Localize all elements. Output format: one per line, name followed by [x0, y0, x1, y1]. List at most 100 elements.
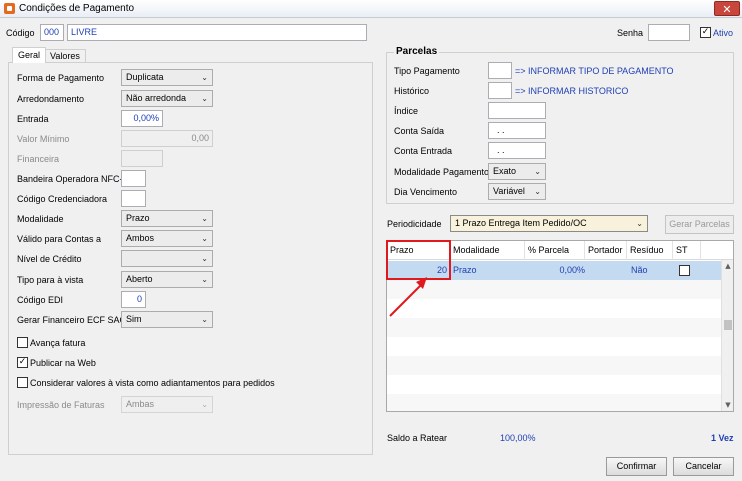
cell-modalidade[interactable]: Prazo [453, 261, 477, 280]
nivel-credito-label: Nível de Crédito [17, 254, 82, 264]
considerar-valores-label: Considerar valores à vista como adiantam… [30, 378, 275, 388]
credenciadora-input[interactable] [121, 190, 146, 207]
indice-input[interactable] [488, 102, 546, 119]
arredondamento-select[interactable]: Não arredonda ⌄ [121, 90, 213, 107]
impressao-faturas-select: Ambas ⌄ [121, 396, 213, 413]
chevron-down-icon: ⌄ [201, 94, 208, 103]
tipo-pagamento-input[interactable] [488, 62, 512, 79]
descricao-input[interactable]: LIVRE [67, 24, 367, 41]
empty-row [387, 337, 721, 356]
empty-row [387, 375, 721, 394]
periodicidade-select[interactable]: 1 Prazo Entrega Item Pedido/OC ⌄ [450, 215, 648, 232]
chevron-down-icon: ⌄ [201, 400, 208, 409]
dia-vencimento-label: Dia Vencimento [394, 187, 458, 197]
scroll-thumb[interactable] [724, 320, 732, 330]
chevron-down-icon: ⌄ [201, 214, 208, 223]
grid-scrollbar[interactable]: ▲ ▼ [721, 260, 733, 411]
tipo-pagamento-label: Tipo Pagamento [394, 66, 460, 76]
valido-contas-select[interactable]: Ambos ⌄ [121, 230, 213, 247]
dia-vencimento-value: Variável [493, 186, 525, 196]
senha-input[interactable] [648, 24, 690, 41]
title-bar: Condições de Pagamento ✕ [0, 0, 742, 18]
saldo-value: 100,00% [500, 433, 536, 443]
conta-saida-label: Conta Saída [394, 126, 445, 136]
conta-saida-input[interactable]: . . [488, 122, 546, 139]
tipo-pagamento-hint: => INFORMAR TIPO DE PAGAMENTO [515, 66, 674, 76]
chevron-down-icon: ⌄ [201, 315, 208, 324]
bandeira-input[interactable] [121, 170, 146, 187]
forma-pagamento-select[interactable]: Duplicata ⌄ [121, 69, 213, 86]
empty-row [387, 356, 721, 375]
valido-contas-value: Ambos [126, 233, 155, 243]
modalidade-select[interactable]: Prazo ⌄ [121, 210, 213, 227]
publicar-web-checkbox[interactable]: ✓ [17, 357, 28, 368]
nivel-credito-select[interactable]: ⌄ [121, 250, 213, 267]
col-portador[interactable]: Portador [585, 241, 627, 260]
vezes-value: 1 Vez [711, 433, 734, 443]
dia-vencimento-select[interactable]: Variável ⌄ [488, 183, 546, 200]
codigo-edi-input[interactable]: 0 [121, 291, 146, 308]
conta-entrada-label: Conta Entrada [394, 146, 453, 156]
senha-label: Senha [617, 28, 644, 38]
modalidade-pagamento-value: Exato [493, 166, 517, 176]
gerar-financeiro-select[interactable]: Sim ⌄ [121, 311, 213, 328]
parcelas-title: Parcelas [394, 46, 440, 57]
chevron-down-icon: ⌄ [201, 234, 208, 243]
forma-pagamento-label: Forma de Pagamento [17, 73, 105, 83]
publicar-web-label: Publicar na Web [30, 358, 96, 368]
gerar-financeiro-label: Gerar Financeiro ECF SAC [17, 315, 127, 325]
tipo-vista-value: Aberto [126, 274, 153, 284]
chevron-down-icon: ⌄ [534, 187, 541, 196]
periodicidade-value: 1 Prazo Entrega Item Pedido/OC [455, 218, 587, 228]
cancelar-button[interactable]: Cancelar [673, 457, 734, 476]
chevron-down-icon: ⌄ [201, 254, 208, 263]
cell-residuo[interactable]: Não [631, 261, 648, 280]
avanca-fatura-checkbox[interactable] [17, 337, 28, 348]
credenciadora-label: Código Credenciadora [17, 194, 108, 204]
modalidade-label: Modalidade [17, 214, 64, 224]
avanca-fatura-label: Avança fatura [30, 338, 86, 348]
arredondamento-value: Não arredonda [126, 93, 187, 103]
cell-parcela[interactable]: 0,00% [527, 261, 585, 280]
chevron-down-icon: ⌄ [201, 73, 208, 82]
historico-input[interactable] [488, 82, 512, 99]
chevron-down-icon: ⌄ [636, 219, 643, 228]
window-title: Condições de Pagamento [19, 3, 135, 14]
valido-contas-label: Válido para Contas a [17, 234, 102, 244]
chevron-down-icon: ⌄ [534, 167, 541, 176]
historico-hint: => INFORMAR HISTORICO [515, 86, 629, 96]
gerar-parcelas-button[interactable]: Gerar Parcelas [665, 215, 734, 234]
tab-valores[interactable]: Valores [44, 49, 86, 62]
ativo-checkbox[interactable]: ✓ [700, 27, 711, 38]
indice-label: Índice [394, 106, 419, 116]
col-modalidade[interactable]: Modalidade [450, 241, 525, 260]
col-parcela[interactable]: % Parcela [525, 241, 585, 260]
historico-label: Histórico [394, 86, 430, 96]
entrada-input[interactable]: 0,00% [121, 110, 163, 127]
valor-minimo-label: Valor Mínimo [17, 134, 70, 144]
close-icon[interactable]: ✕ [714, 1, 740, 16]
codigo-label: Código [6, 28, 35, 38]
scroll-up-icon[interactable]: ▲ [722, 260, 733, 272]
conta-entrada-input[interactable]: . . [488, 142, 546, 159]
forma-pagamento-value: Duplicata [126, 72, 164, 82]
scroll-down-icon[interactable]: ▼ [722, 399, 733, 411]
modalidade-value: Prazo [126, 213, 150, 223]
impressao-faturas-value: Ambas [126, 399, 155, 409]
col-residuo[interactable]: Resíduo [627, 241, 673, 260]
considerar-valores-checkbox[interactable] [17, 377, 28, 388]
tipo-vista-label: Tipo para à vista [17, 275, 84, 285]
saldo-label: Saldo a Ratear [387, 433, 448, 443]
periodicidade-label: Periodicidade [387, 219, 442, 229]
arredondamento-label: Arredondamento [17, 94, 85, 104]
codigo-edi-label: Código EDI [17, 295, 64, 305]
col-st[interactable]: ST [673, 241, 701, 260]
empty-row [387, 394, 721, 411]
st-checkbox[interactable] [679, 265, 690, 276]
confirmar-button[interactable]: Confirmar [606, 457, 667, 476]
bandeira-label: Bandeira Operadora NFC-e [17, 174, 128, 184]
codigo-input[interactable]: 000 [40, 24, 64, 41]
tab-geral[interactable]: Geral [12, 47, 47, 63]
tipo-vista-select[interactable]: Aberto ⌄ [121, 271, 213, 288]
modalidade-pagamento-select[interactable]: Exato ⌄ [488, 163, 546, 180]
